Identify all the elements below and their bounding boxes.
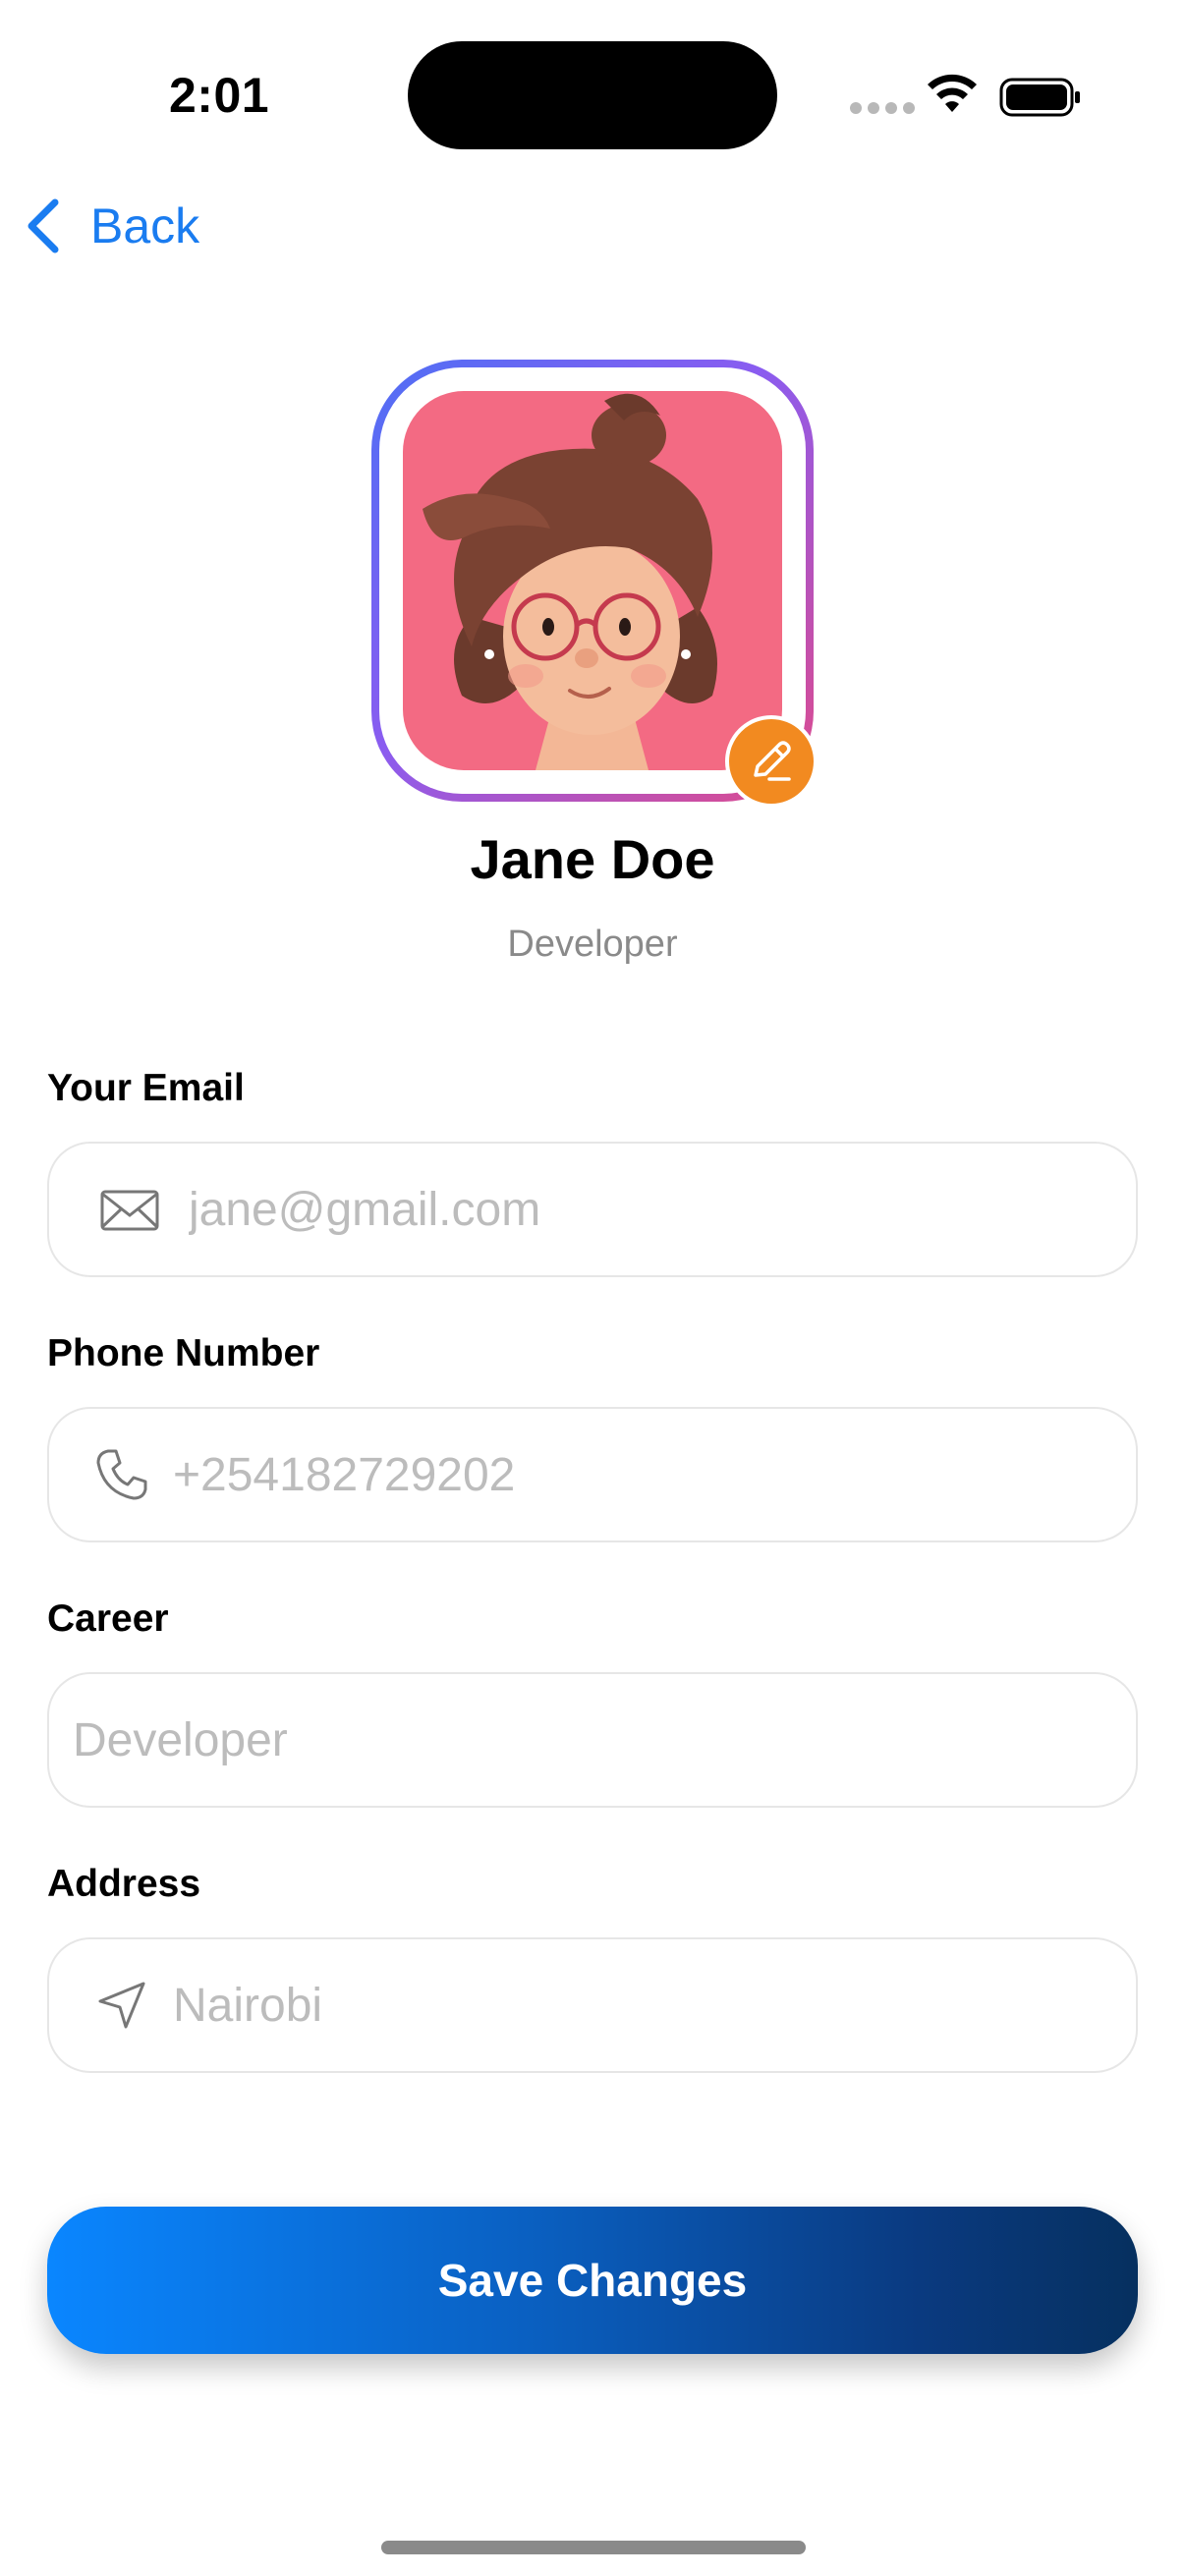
phone-field[interactable] bbox=[173, 1447, 1057, 1502]
profile-role: Developer bbox=[507, 924, 678, 965]
address-label: Address bbox=[47, 1863, 201, 1905]
dynamic-island bbox=[408, 41, 777, 149]
career-label: Career bbox=[47, 1597, 169, 1640]
email-label: Your Email bbox=[47, 1067, 245, 1109]
address-field-container[interactable] bbox=[47, 1937, 1138, 2073]
battery-icon bbox=[999, 78, 1080, 117]
address-field[interactable] bbox=[173, 1978, 1057, 2033]
phone-field-container[interactable] bbox=[47, 1407, 1138, 1542]
edit-avatar-button[interactable] bbox=[725, 715, 818, 808]
pencil-icon bbox=[754, 741, 791, 781]
save-changes-button[interactable]: Save Changes bbox=[47, 2207, 1138, 2354]
avatar bbox=[403, 391, 782, 770]
email-field-container[interactable] bbox=[47, 1142, 1138, 1277]
phone-label: Phone Number bbox=[47, 1332, 320, 1374]
phone-icon bbox=[96, 1449, 147, 1500]
location-arrow-icon bbox=[98, 1982, 145, 2029]
chevron-left-icon bbox=[28, 198, 59, 253]
mail-icon bbox=[100, 1190, 159, 1231]
profile-name: Jane Doe bbox=[470, 828, 715, 890]
back-label: Back bbox=[90, 198, 200, 253]
email-field[interactable] bbox=[189, 1182, 1073, 1237]
career-field-container[interactable] bbox=[47, 1672, 1138, 1808]
cellular-signal-icon bbox=[850, 102, 915, 114]
home-indicator[interactable] bbox=[381, 2541, 806, 2554]
wifi-icon bbox=[928, 74, 977, 112]
avatar-illustration bbox=[423, 393, 717, 770]
status-time: 2:01 bbox=[169, 68, 270, 123]
back-button[interactable]: Back bbox=[24, 196, 199, 255]
career-field[interactable] bbox=[73, 1712, 957, 1767]
